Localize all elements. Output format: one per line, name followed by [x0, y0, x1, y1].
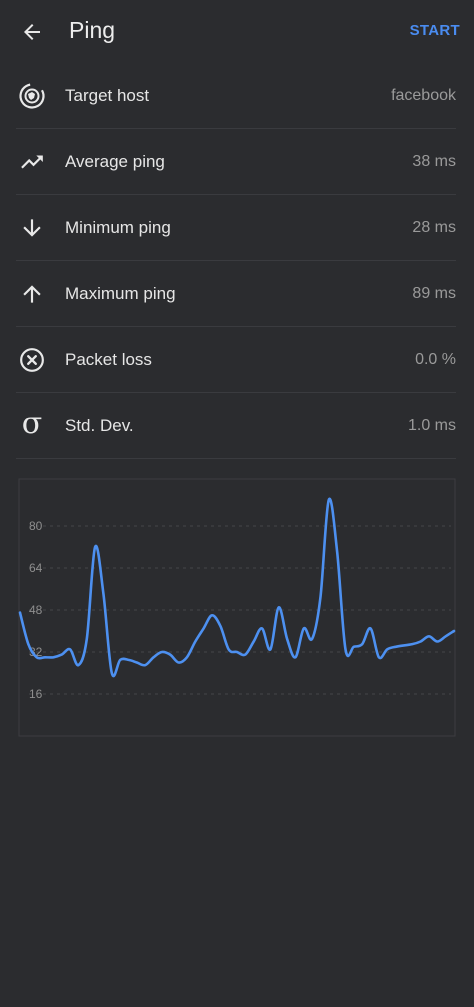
y-tick-label: 80: [29, 519, 43, 533]
ping-screen: Ping START Target host facebook Average …: [0, 0, 474, 1007]
stat-value: 89 ms: [412, 284, 456, 302]
chart-frame: [18, 478, 456, 737]
packet-loss-icon: [16, 344, 48, 376]
stat-value: 0.0 %: [415, 350, 456, 368]
page-title: Ping: [69, 17, 116, 43]
stat-value: 1.0 ms: [407, 416, 456, 434]
ping-chart-svg: 1632486480: [18, 478, 456, 737]
stat-value: 38 ms: [412, 152, 456, 170]
y-tick-label: 48: [29, 603, 43, 617]
stat-label: Maximum ping: [65, 283, 176, 303]
y-tick-label: 64: [29, 561, 43, 575]
stat-row-packet-loss: Packet loss 0.0 %: [16, 327, 456, 393]
stat-label: Packet loss: [65, 349, 152, 369]
trending-up-icon: [16, 146, 48, 178]
ping-chart: 16 32 48 64 80: [0, 478, 474, 740]
stat-value: 28 ms: [412, 218, 456, 236]
sigma-icon: σ: [21, 405, 43, 441]
ping-series-line: [18, 497, 456, 678]
start-button[interactable]: START: [410, 22, 460, 39]
stats-list: Target host facebook Average ping 38 ms …: [0, 63, 474, 459]
back-button[interactable]: [14, 14, 50, 50]
stat-label: Std. Dev.: [65, 415, 134, 435]
stat-label: Target host: [65, 85, 150, 105]
toolbar: Ping START: [0, 0, 474, 64]
target-host-icon: [16, 80, 48, 112]
stat-row-target-host[interactable]: Target host facebook: [16, 63, 456, 129]
stat-label: Average ping: [65, 151, 165, 171]
stat-row-minimum-ping: Minimum ping 28 ms: [16, 195, 456, 261]
stat-row-maximum-ping: Maximum ping 89 ms: [16, 261, 456, 327]
arrow-down-icon: [16, 212, 48, 244]
stat-value: facebook: [391, 86, 456, 104]
stat-row-average-ping: Average ping 38 ms: [16, 129, 456, 195]
stat-label: Minimum ping: [65, 217, 171, 237]
arrow-back-icon: [24, 24, 40, 40]
arrow-up-icon: [16, 278, 48, 310]
y-tick-label: 16: [29, 687, 43, 701]
stat-row-std-dev: σ Std. Dev. 1.0 ms: [16, 393, 456, 459]
